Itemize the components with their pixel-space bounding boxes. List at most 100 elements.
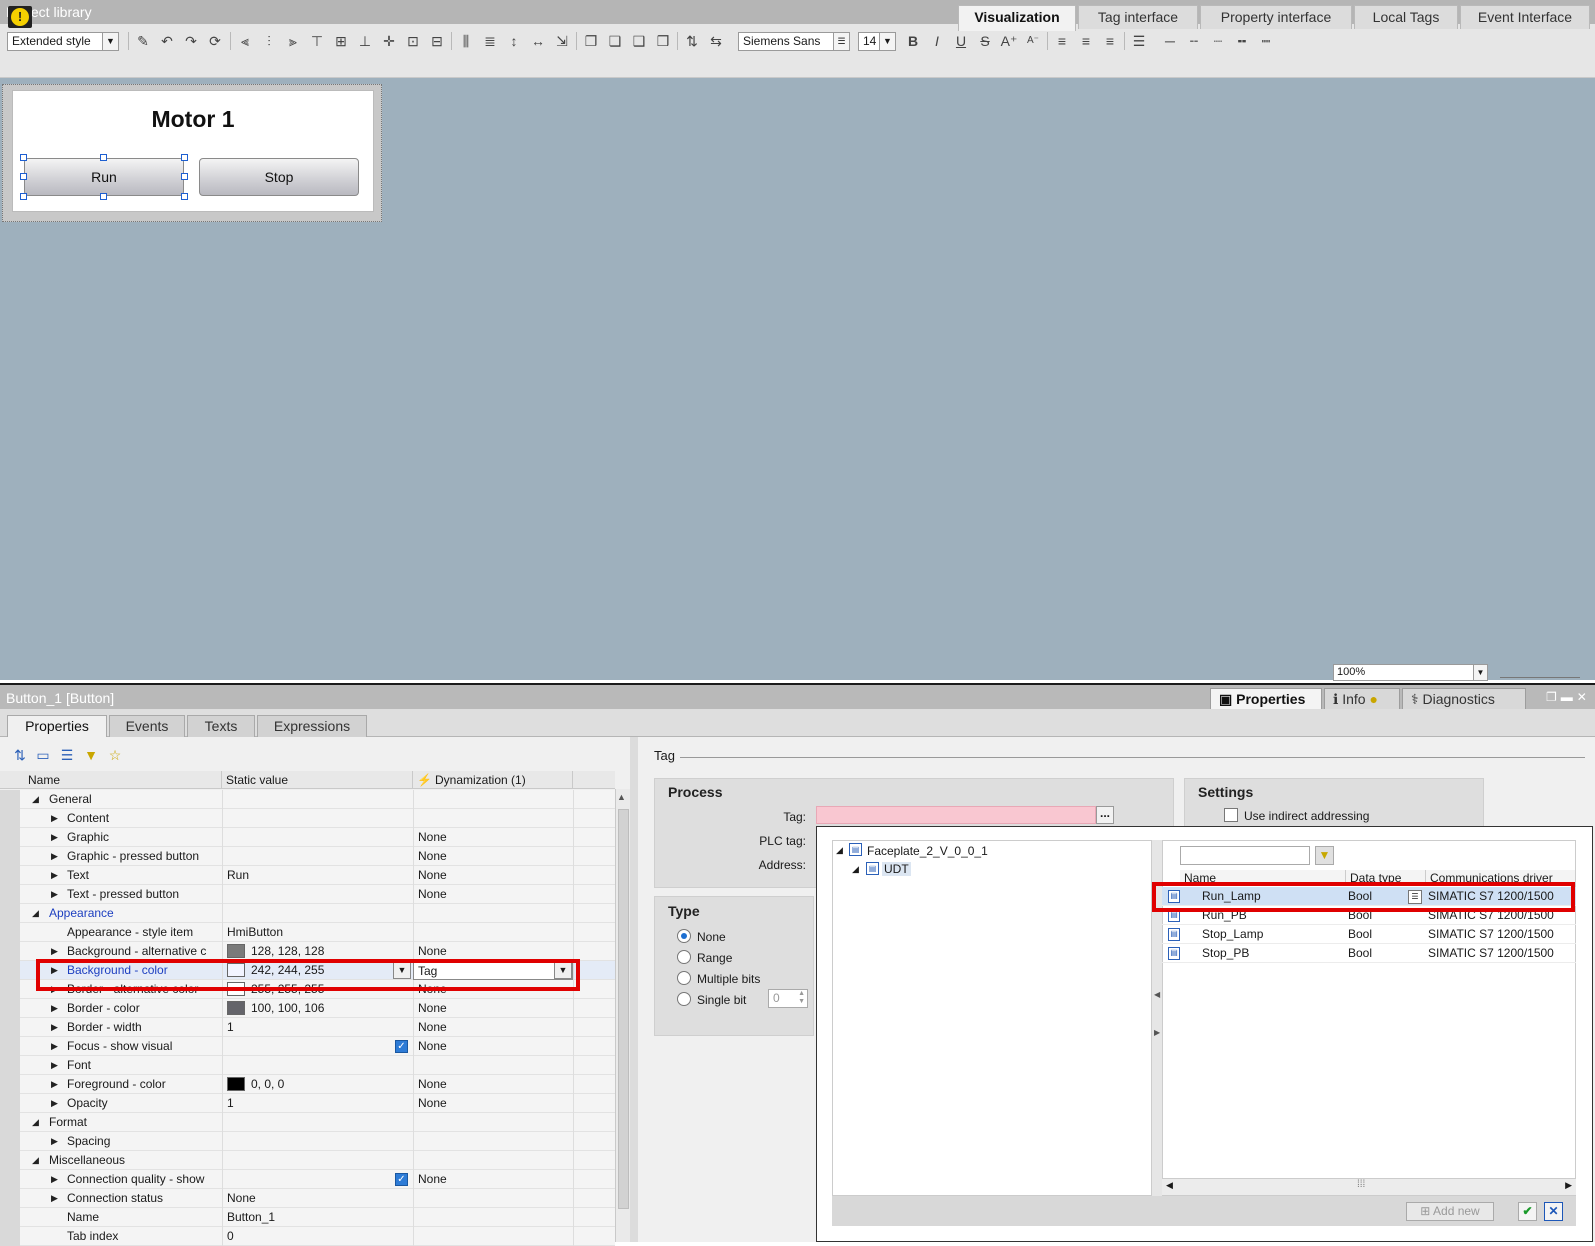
property-dynamization[interactable]: None <box>413 1170 573 1189</box>
selection-handle[interactable] <box>181 154 188 161</box>
property-static-value[interactable]: 0, 0, 0 <box>222 1075 412 1094</box>
property-row[interactable]: Name Button_1 <box>0 1208 615 1227</box>
align-bottom-icon[interactable]: ⊥ <box>355 31 375 51</box>
tab-events[interactable]: Events <box>109 715 185 737</box>
tab-expressions[interactable]: Expressions <box>257 715 367 737</box>
checkbox-checked-icon[interactable]: ✓ <box>395 1040 408 1053</box>
property-static-value[interactable]: Button_1 <box>222 1208 412 1227</box>
run-button[interactable]: Run <box>24 158 184 196</box>
property-dynamization[interactable] <box>413 1227 573 1246</box>
same-width-icon[interactable]: ↔ <box>528 31 548 51</box>
tab-texts[interactable]: Texts <box>187 715 255 737</box>
line-style-dash-icon[interactable]: ╌ <box>1184 31 1204 51</box>
property-dynamization[interactable]: None <box>413 828 573 847</box>
scroll-up-icon[interactable]: ▲ <box>617 792 626 802</box>
collapse-arrow-icon[interactable]: ◢ <box>32 790 39 809</box>
property-static-value[interactable]: ✓ <box>222 1037 412 1056</box>
expand-arrow-icon[interactable]: ▶ <box>51 885 58 904</box>
underline-icon[interactable]: U <box>951 31 971 51</box>
expand-arrow-icon[interactable]: ▶ <box>51 999 58 1018</box>
selection-handle[interactable] <box>20 173 27 180</box>
send-to-back-icon[interactable]: ❏ <box>605 31 625 51</box>
expand-arrow-icon[interactable]: ▶ <box>51 828 58 847</box>
spinner-arrows-icon[interactable]: ▲ ▼ <box>798 990 805 1006</box>
vertical-align-icon[interactable]: ☰ <box>1129 31 1149 51</box>
property-dynamization[interactable]: None <box>413 1018 573 1037</box>
property-row[interactable]: ◢ Appearance <box>0 904 615 923</box>
center-icon[interactable]: ✛ <box>379 31 399 51</box>
property-static-value[interactable]: 0 <box>222 1227 412 1246</box>
color-swatch[interactable] <box>227 1001 245 1015</box>
property-row[interactable]: ◢ Format <box>0 1113 615 1132</box>
tab-visualization[interactable]: Visualization <box>958 5 1076 31</box>
stop-button[interactable]: Stop <box>199 158 359 196</box>
property-static-value[interactable]: ✓ <box>222 1170 412 1189</box>
property-static-value[interactable]: None <box>222 1189 412 1208</box>
faceplate-title[interactable]: Motor 1 <box>12 106 374 133</box>
property-dynamization[interactable] <box>413 904 573 923</box>
tab-event-interface[interactable]: Event Interface <box>1460 5 1590 29</box>
expand-arrow-icon[interactable]: ▶ <box>51 1056 58 1075</box>
expand-arrow-icon[interactable]: ▶ <box>51 1018 58 1037</box>
property-row[interactable]: ◢ Miscellaneous <box>0 1151 615 1170</box>
property-row[interactable]: ▶ Font <box>0 1056 615 1075</box>
font-size-combo[interactable]: 14 ▼ <box>858 32 896 51</box>
tab-properties[interactable]: Properties <box>7 715 107 737</box>
font-grow-icon[interactable]: A⁺ <box>999 31 1019 51</box>
property-dynamization[interactable] <box>413 790 573 809</box>
property-static-value[interactable]: Run <box>222 866 412 885</box>
font-shrink-icon[interactable]: A⁻ <box>1023 31 1043 51</box>
property-dynamization[interactable]: None <box>413 999 573 1018</box>
tag-list-item[interactable]: ▤ Stop_PB Bool SIMATIC S7 1200/1500 <box>1162 944 1576 963</box>
property-static-value[interactable] <box>222 1132 412 1151</box>
filter-icon[interactable]: ▼ <box>1315 846 1334 865</box>
property-row[interactable]: ▶ Connection status None <box>0 1189 615 1208</box>
property-row[interactable]: ▶ Text Run None <box>0 866 615 885</box>
property-dynamization[interactable]: None <box>413 866 573 885</box>
property-static-value[interactable] <box>222 809 412 828</box>
bring-to-front-icon[interactable]: ❐ <box>581 31 601 51</box>
collapse-arrow-icon[interactable]: ◢ <box>32 1113 39 1132</box>
property-static-value[interactable]: 1 <box>222 1018 412 1037</box>
expand-arrow-icon[interactable]: ▶ <box>51 866 58 885</box>
expand-arrow-icon[interactable]: ◢ <box>852 864 859 875</box>
confirm-check-icon[interactable]: ✔ <box>1518 1202 1537 1221</box>
bring-forward-icon[interactable]: ❑ <box>629 31 649 51</box>
property-row[interactable]: ◢ General <box>0 790 615 809</box>
line-style-solid-icon[interactable]: ─ <box>1160 31 1180 51</box>
selection-handle[interactable] <box>20 193 27 200</box>
collapse-left-icon[interactable]: ◀ <box>1154 990 1160 999</box>
scroll-left-icon[interactable]: ◀ <box>1166 1180 1173 1191</box>
property-dynamization[interactable] <box>413 809 573 828</box>
scroll-grip-icon[interactable]: ⁞⁞⁞ <box>1357 1179 1365 1190</box>
property-row[interactable]: ▶ Border - color 100, 100, 106 None <box>0 999 615 1018</box>
tab-property-interface[interactable]: Property interface <box>1200 5 1352 29</box>
expand-arrow-icon[interactable]: ▶ <box>51 847 58 866</box>
tree-item-udt[interactable]: UDT <box>882 862 911 876</box>
browse-tag-button[interactable]: ... <box>1096 806 1114 824</box>
expand-arrow-icon[interactable]: ◢ <box>836 845 843 856</box>
property-dynamization[interactable]: None <box>413 1037 573 1056</box>
same-size-icon[interactable]: ⇲ <box>552 31 572 51</box>
font-combo[interactable]: Siemens Sans ☰ <box>738 32 850 51</box>
text-align-left-icon[interactable]: ≡ <box>1052 31 1072 51</box>
tab-local-tags[interactable]: Local Tags <box>1354 5 1458 29</box>
warning-icon[interactable]: ! <box>8 6 32 28</box>
property-row[interactable]: Appearance - style item HmiButton <box>0 923 615 942</box>
tab-properties-top[interactable]: ▣ Properties <box>1210 688 1322 710</box>
flip-vertical-icon[interactable]: ⇅ <box>682 31 702 51</box>
checkbox-checked-icon[interactable]: ✓ <box>395 1173 408 1186</box>
property-static-value[interactable]: 1 <box>222 1094 412 1113</box>
property-static-value[interactable] <box>222 828 412 847</box>
group-icon[interactable]: ▭ <box>33 745 53 765</box>
selection-handle[interactable] <box>100 154 107 161</box>
property-dynamization[interactable] <box>413 1151 573 1170</box>
property-static-value[interactable] <box>222 904 412 923</box>
selection-handle[interactable] <box>20 154 27 161</box>
property-grid-scrollbar[interactable] <box>615 789 630 1242</box>
selection-handle[interactable] <box>100 193 107 200</box>
strikethrough-icon[interactable]: S <box>975 31 995 51</box>
property-row[interactable]: ▶ Border - width 1 None <box>0 1018 615 1037</box>
tab-diagnostics[interactable]: ⚕ Diagnostics <box>1402 688 1526 710</box>
property-dynamization[interactable] <box>413 923 573 942</box>
